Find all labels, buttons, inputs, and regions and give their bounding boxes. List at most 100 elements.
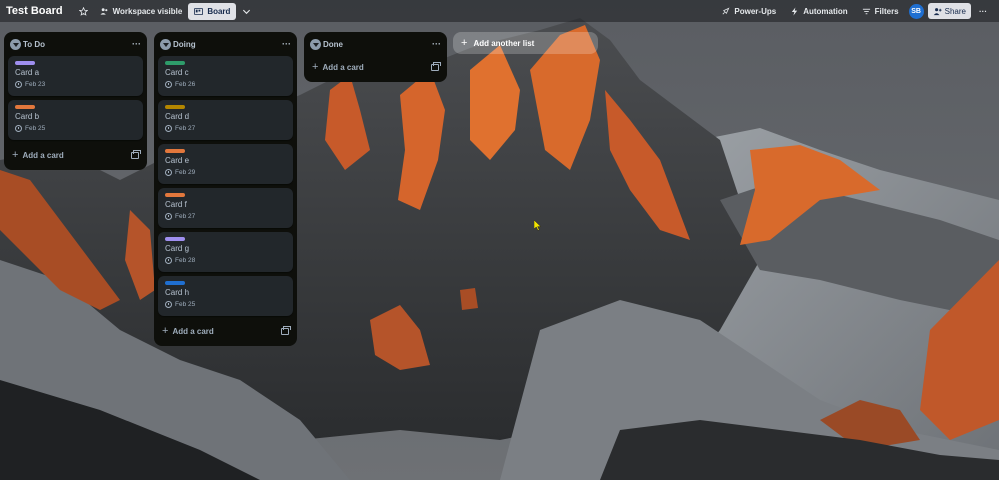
list-menu-button[interactable]: ··· <box>282 39 291 49</box>
card[interactable]: Card c Feb 26 <box>158 56 293 96</box>
list-header: To Do ··· <box>4 32 147 56</box>
plus-icon: + <box>312 61 319 73</box>
list-menu-button[interactable]: ··· <box>132 39 141 49</box>
clock-icon <box>165 301 172 308</box>
due-date-text: Feb 27 <box>175 213 196 220</box>
list-to-do[interactable]: To Do ··· Card a Feb 23 Card b Feb 25 + … <box>4 32 147 170</box>
due-date-text: Feb 28 <box>175 257 196 264</box>
filters-button[interactable]: Filters <box>856 3 905 20</box>
collapse-list-icon[interactable] <box>10 38 21 50</box>
add-card-button[interactable]: + Add a card <box>304 56 447 78</box>
card[interactable]: Card h Feb 25 <box>158 276 293 316</box>
clock-icon <box>15 81 22 88</box>
powerups-label: Power-Ups <box>734 6 777 16</box>
rocket-icon <box>722 7 730 14</box>
card-title: Card f <box>165 200 187 209</box>
list-doing[interactable]: Doing ··· Card c Feb 26 Card d Feb 27 Ca… <box>154 32 297 346</box>
card-label[interactable] <box>165 149 185 153</box>
card[interactable]: Card e Feb 29 <box>158 144 293 184</box>
share-button[interactable]: Share <box>927 3 971 19</box>
card-title: Card c <box>165 68 189 77</box>
visibility-button[interactable]: Workspace visible <box>94 3 189 20</box>
star-icon <box>78 6 88 16</box>
card[interactable]: Card a Feb 23 <box>8 56 143 96</box>
filters-label: Filters <box>874 6 899 16</box>
powerups-button[interactable]: Power-Ups <box>715 3 782 20</box>
card-title: Card a <box>15 68 40 77</box>
card[interactable]: Card d Feb 27 <box>158 100 293 140</box>
due-date-text: Feb 25 <box>25 125 46 132</box>
list-menu-button[interactable]: ··· <box>432 39 441 49</box>
card-due-date[interactable]: Feb 23 <box>15 81 136 88</box>
card-due-date[interactable]: Feb 28 <box>165 257 286 264</box>
create-from-template-icon[interactable] <box>431 61 441 71</box>
card[interactable]: Card g Feb 28 <box>158 232 293 272</box>
star-button[interactable] <box>73 3 94 20</box>
list-title[interactable]: Done <box>323 40 343 49</box>
list-title[interactable]: Doing <box>173 40 196 49</box>
card-label[interactable] <box>15 105 35 109</box>
due-date-text: Feb 26 <box>175 81 196 88</box>
card-title: Card e <box>165 156 190 165</box>
card-label[interactable] <box>165 61 185 65</box>
people-icon <box>100 7 108 15</box>
list-header: Done ··· <box>304 32 447 56</box>
view-dropdown-button[interactable] <box>236 3 257 20</box>
due-date-text: Feb 23 <box>25 81 46 88</box>
list-header: Doing ··· <box>154 32 297 56</box>
automation-label: Automation <box>803 6 848 16</box>
clock-icon <box>15 125 22 132</box>
add-card-button[interactable]: + Add a card <box>4 144 147 166</box>
filter-icon <box>862 8 870 14</box>
visibility-label: Workspace visible <box>112 6 183 16</box>
create-from-template-icon[interactable] <box>281 325 291 335</box>
card[interactable]: Card b Feb 25 <box>8 100 143 140</box>
view-label: Board <box>207 6 231 16</box>
clock-icon <box>165 125 172 132</box>
card-due-date[interactable]: Feb 26 <box>165 81 286 88</box>
collapse-list-icon[interactable] <box>310 38 321 50</box>
create-from-template-icon[interactable] <box>131 149 141 159</box>
add-list-button[interactable]: + Add another list <box>453 32 598 54</box>
automation-button[interactable]: Automation <box>784 3 853 20</box>
clock-icon <box>165 213 172 220</box>
header-actions: Power-Ups Automation Filters SB Share ··… <box>715 3 993 20</box>
board-background-image <box>0 0 999 480</box>
collapse-list-icon[interactable] <box>160 38 171 50</box>
card-title: Card b <box>15 112 40 121</box>
due-date-text: Feb 29 <box>175 169 196 176</box>
lightning-icon <box>791 6 798 16</box>
add-card-label: Add a card <box>172 326 214 336</box>
add-card-button[interactable]: + Add a card <box>154 320 297 342</box>
avatar[interactable]: SB <box>908 3 924 19</box>
card-label[interactable] <box>165 105 185 109</box>
add-card-label: Add a card <box>322 62 364 72</box>
card-label[interactable] <box>165 237 185 241</box>
card-due-date[interactable]: Feb 27 <box>165 125 286 132</box>
list-done[interactable]: Done ··· + Add a card <box>304 32 447 82</box>
plus-icon: + <box>162 325 169 337</box>
due-date-text: Feb 25 <box>175 301 196 308</box>
add-list-label: Add another list <box>473 38 535 48</box>
card[interactable]: Card f Feb 27 <box>158 188 293 228</box>
card-due-date[interactable]: Feb 25 <box>165 301 286 308</box>
board-menu-button[interactable]: ··· <box>973 3 993 20</box>
card-title: Card h <box>165 288 190 297</box>
more-icon: ··· <box>979 6 987 16</box>
list-title[interactable]: To Do <box>23 40 45 49</box>
card-label[interactable] <box>165 281 185 285</box>
add-card-label: Add a card <box>22 150 64 160</box>
card-due-date[interactable]: Feb 27 <box>165 213 286 220</box>
view-switcher-board[interactable]: Board <box>188 2 237 20</box>
mouse-cursor-icon <box>534 220 542 231</box>
due-date-text: Feb 27 <box>175 125 196 132</box>
card-due-date[interactable]: Feb 29 <box>165 169 286 176</box>
plus-icon: + <box>12 149 19 161</box>
clock-icon <box>165 257 172 264</box>
clock-icon <box>165 81 172 88</box>
plus-icon: + <box>461 37 468 49</box>
board-title[interactable]: Test Board <box>6 5 63 17</box>
card-label[interactable] <box>165 193 185 197</box>
card-label[interactable] <box>15 61 35 65</box>
card-due-date[interactable]: Feb 25 <box>15 125 136 132</box>
